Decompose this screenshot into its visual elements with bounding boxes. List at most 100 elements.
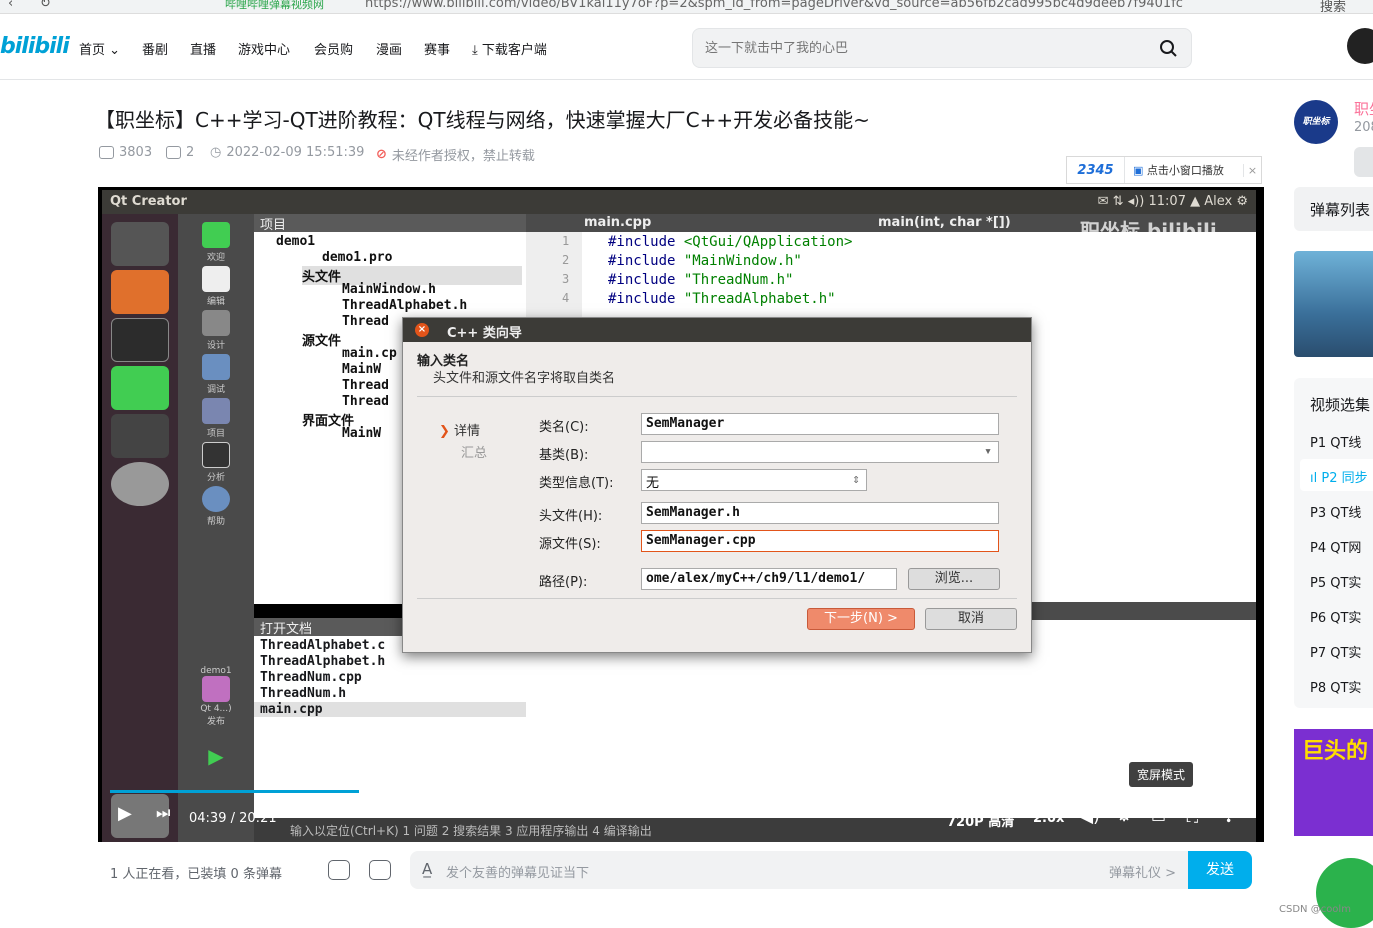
user-avatar[interactable] xyxy=(1347,28,1373,64)
tree-node[interactable]: MainW xyxy=(342,426,381,441)
base-class-label: 基类(B): xyxy=(539,448,589,463)
fullscreen-icon[interactable]: ✣ xyxy=(1222,807,1235,826)
base-class-select[interactable]: ▾ xyxy=(641,441,999,463)
tree-node[interactable]: demo1 xyxy=(276,234,315,249)
editor-file-name[interactable]: main.cpp xyxy=(584,215,651,230)
speed-button[interactable]: 2.0x xyxy=(1033,811,1064,826)
settings-icon[interactable]: ⚙ xyxy=(1116,805,1132,826)
search-input[interactable] xyxy=(705,38,1145,58)
mode-design[interactable]: 设计 xyxy=(198,310,234,351)
tree-node[interactable]: Thread xyxy=(342,394,389,409)
tree-node[interactable]: demo1.pro xyxy=(322,250,392,265)
mode-edit[interactable]: 编辑 xyxy=(198,266,234,307)
widescreen-icon[interactable]: ▭ xyxy=(1151,807,1166,826)
web-fullscreen-icon[interactable]: ⛶ xyxy=(1187,807,1198,827)
next-button[interactable]: 下一步(N) > xyxy=(807,608,915,630)
episode-item[interactable]: P8 QT实 xyxy=(1310,677,1361,696)
disc-icon[interactable] xyxy=(111,462,169,506)
mode-analyze[interactable]: 分析 xyxy=(198,442,234,483)
widget-close-button[interactable]: × xyxy=(1243,163,1261,177)
video-player[interactable]: Qt Creator ✉ ⇅ ◂)) 11:07 ▲ Alex ⚙ 欢迎 编辑 … xyxy=(98,187,1264,842)
workspace-icon[interactable] xyxy=(111,414,169,458)
nav-mall[interactable]: 会员购 xyxy=(314,39,353,58)
kit-selector[interactable]: demo1 Qt 4...) 发布 xyxy=(198,666,234,727)
danmaku-list-toggle[interactable]: 弹幕列表 xyxy=(1294,187,1373,231)
nav-anime[interactable]: 番剧 xyxy=(142,39,168,58)
tree-node[interactable]: 源文件 xyxy=(302,330,341,349)
episode-item-active[interactable]: ıl P2 同步 xyxy=(1310,467,1368,486)
path-input[interactable]: ome/alex/myC++/ch9/l1/demo1/ xyxy=(641,568,897,590)
open-document[interactable]: main.cpp xyxy=(254,702,526,717)
nav-manga[interactable]: 漫画 xyxy=(376,39,402,58)
volume-icon[interactable]: ◀) xyxy=(1080,807,1100,827)
editor-function-name[interactable]: main(int, char *[]) xyxy=(878,215,1011,230)
mini-play-button[interactable]: ▣ 点击小窗口播放 xyxy=(1125,162,1243,178)
open-document[interactable]: ThreadNum.h xyxy=(260,686,346,701)
danmaku-input[interactable]: A̲ 发个友善的弹幕见证当下 弹幕礼仪 > xyxy=(410,851,1190,889)
reload-icon[interactable]: ↻ xyxy=(40,0,51,11)
browser-search[interactable]: 搜索 xyxy=(1320,0,1346,13)
open-document[interactable]: ThreadNum.cpp xyxy=(260,670,362,685)
browse-button[interactable]: 浏览... xyxy=(908,568,1000,590)
tree-node[interactable]: Thread xyxy=(342,378,389,393)
ubuntu-dash-icon[interactable] xyxy=(111,222,169,266)
search-icon[interactable] xyxy=(1157,37,1181,61)
mode-help[interactable]: 帮助 xyxy=(198,486,234,527)
next-episode-icon[interactable]: ⏭ xyxy=(156,803,170,823)
viewer-info: 1 人正在看，已装填 0 条弹幕 xyxy=(110,867,282,882)
nav-live[interactable]: 直播 xyxy=(190,39,216,58)
publish-date: ◷ 2022-02-09 15:51:39 xyxy=(210,145,365,160)
nav-home[interactable]: 首页 ⌄ xyxy=(79,39,120,58)
mode-projects[interactable]: 项目 xyxy=(198,398,234,439)
ad-image[interactable] xyxy=(1294,251,1373,357)
mode-debug[interactable]: 调试 xyxy=(198,354,234,395)
back-icon[interactable]: ‹ xyxy=(8,0,13,11)
episode-item[interactable]: P1 QT线 xyxy=(1310,432,1361,451)
header-file-input[interactable]: SemManager.h xyxy=(641,502,999,524)
class-name-input[interactable]: SemManager xyxy=(641,413,999,435)
tree-node[interactable]: Thread xyxy=(342,314,389,329)
open-document[interactable]: ThreadAlphabet.c xyxy=(260,638,385,653)
source-file-input[interactable]: SemManager.cpp xyxy=(641,530,999,552)
mode-welcome[interactable]: 欢迎 xyxy=(198,222,234,263)
nav-download-client[interactable]: ⤓ 下载客户端 xyxy=(472,39,547,58)
mini-window-widget[interactable]: 2345 ▣ 点击小窗口播放 × xyxy=(1066,156,1262,184)
episode-item[interactable]: P4 QT网 xyxy=(1310,537,1361,556)
type-info-select[interactable]: 无 ⇕ xyxy=(641,469,867,491)
follow-button[interactable] xyxy=(1354,147,1373,177)
up-avatar[interactable]: 职坐标 xyxy=(1294,100,1338,144)
bilibili-logo[interactable]: bilibili xyxy=(0,34,70,59)
address-bar[interactable]: https://www.bilibili.com/video/BV1kal11y… xyxy=(365,0,1183,11)
danmaku-etiquette-link[interactable]: 弹幕礼仪 > xyxy=(1109,862,1176,881)
quality-button[interactable]: 720P 高清 xyxy=(947,811,1014,830)
cancel-button[interactable]: 取消 xyxy=(925,608,1017,630)
nav-match[interactable]: 赛事 xyxy=(424,39,450,58)
files-icon[interactable] xyxy=(111,270,169,314)
episode-item[interactable]: P5 QT实 xyxy=(1310,572,1361,591)
episode-item[interactable]: P6 QT实 xyxy=(1310,607,1361,626)
terminal-icon[interactable] xyxy=(111,318,169,362)
danmaku-settings-icon[interactable] xyxy=(369,860,391,880)
tree-node[interactable]: ThreadAlphabet.h xyxy=(342,298,467,313)
nav-game-center[interactable]: 游戏中心 xyxy=(238,39,290,58)
browser-tab-label[interactable]: 哔哩哔哩弹幕视频网 xyxy=(225,0,324,12)
progress-bar[interactable] xyxy=(110,790,1252,793)
run-icon[interactable]: ▶ xyxy=(198,744,234,768)
step-summary[interactable]: 汇总 xyxy=(461,442,487,461)
qt-creator-icon[interactable] xyxy=(111,366,169,410)
danmaku-toggle-icon[interactable] xyxy=(328,860,350,880)
floating-app-icon[interactable] xyxy=(1316,858,1373,928)
send-button[interactable]: 发送 xyxy=(1188,851,1252,889)
promo-banner[interactable]: 巨头的 xyxy=(1294,729,1373,836)
step-details[interactable]: ❯ 详情 xyxy=(439,420,480,439)
tree-node[interactable]: MainWindow.h xyxy=(342,282,436,297)
episode-item[interactable]: P3 QT线 xyxy=(1310,502,1361,521)
episode-item[interactable]: P7 QT实 xyxy=(1310,642,1361,661)
play-button[interactable]: ▶ xyxy=(118,803,132,824)
tree-node[interactable]: MainW xyxy=(342,362,381,377)
text-style-icon[interactable]: A̲ xyxy=(422,860,432,878)
open-document[interactable]: ThreadAlphabet.h xyxy=(260,654,385,669)
close-icon[interactable]: × xyxy=(415,323,429,337)
tree-node[interactable]: main.cp xyxy=(342,346,397,361)
up-name[interactable]: 职坐 xyxy=(1354,98,1373,119)
